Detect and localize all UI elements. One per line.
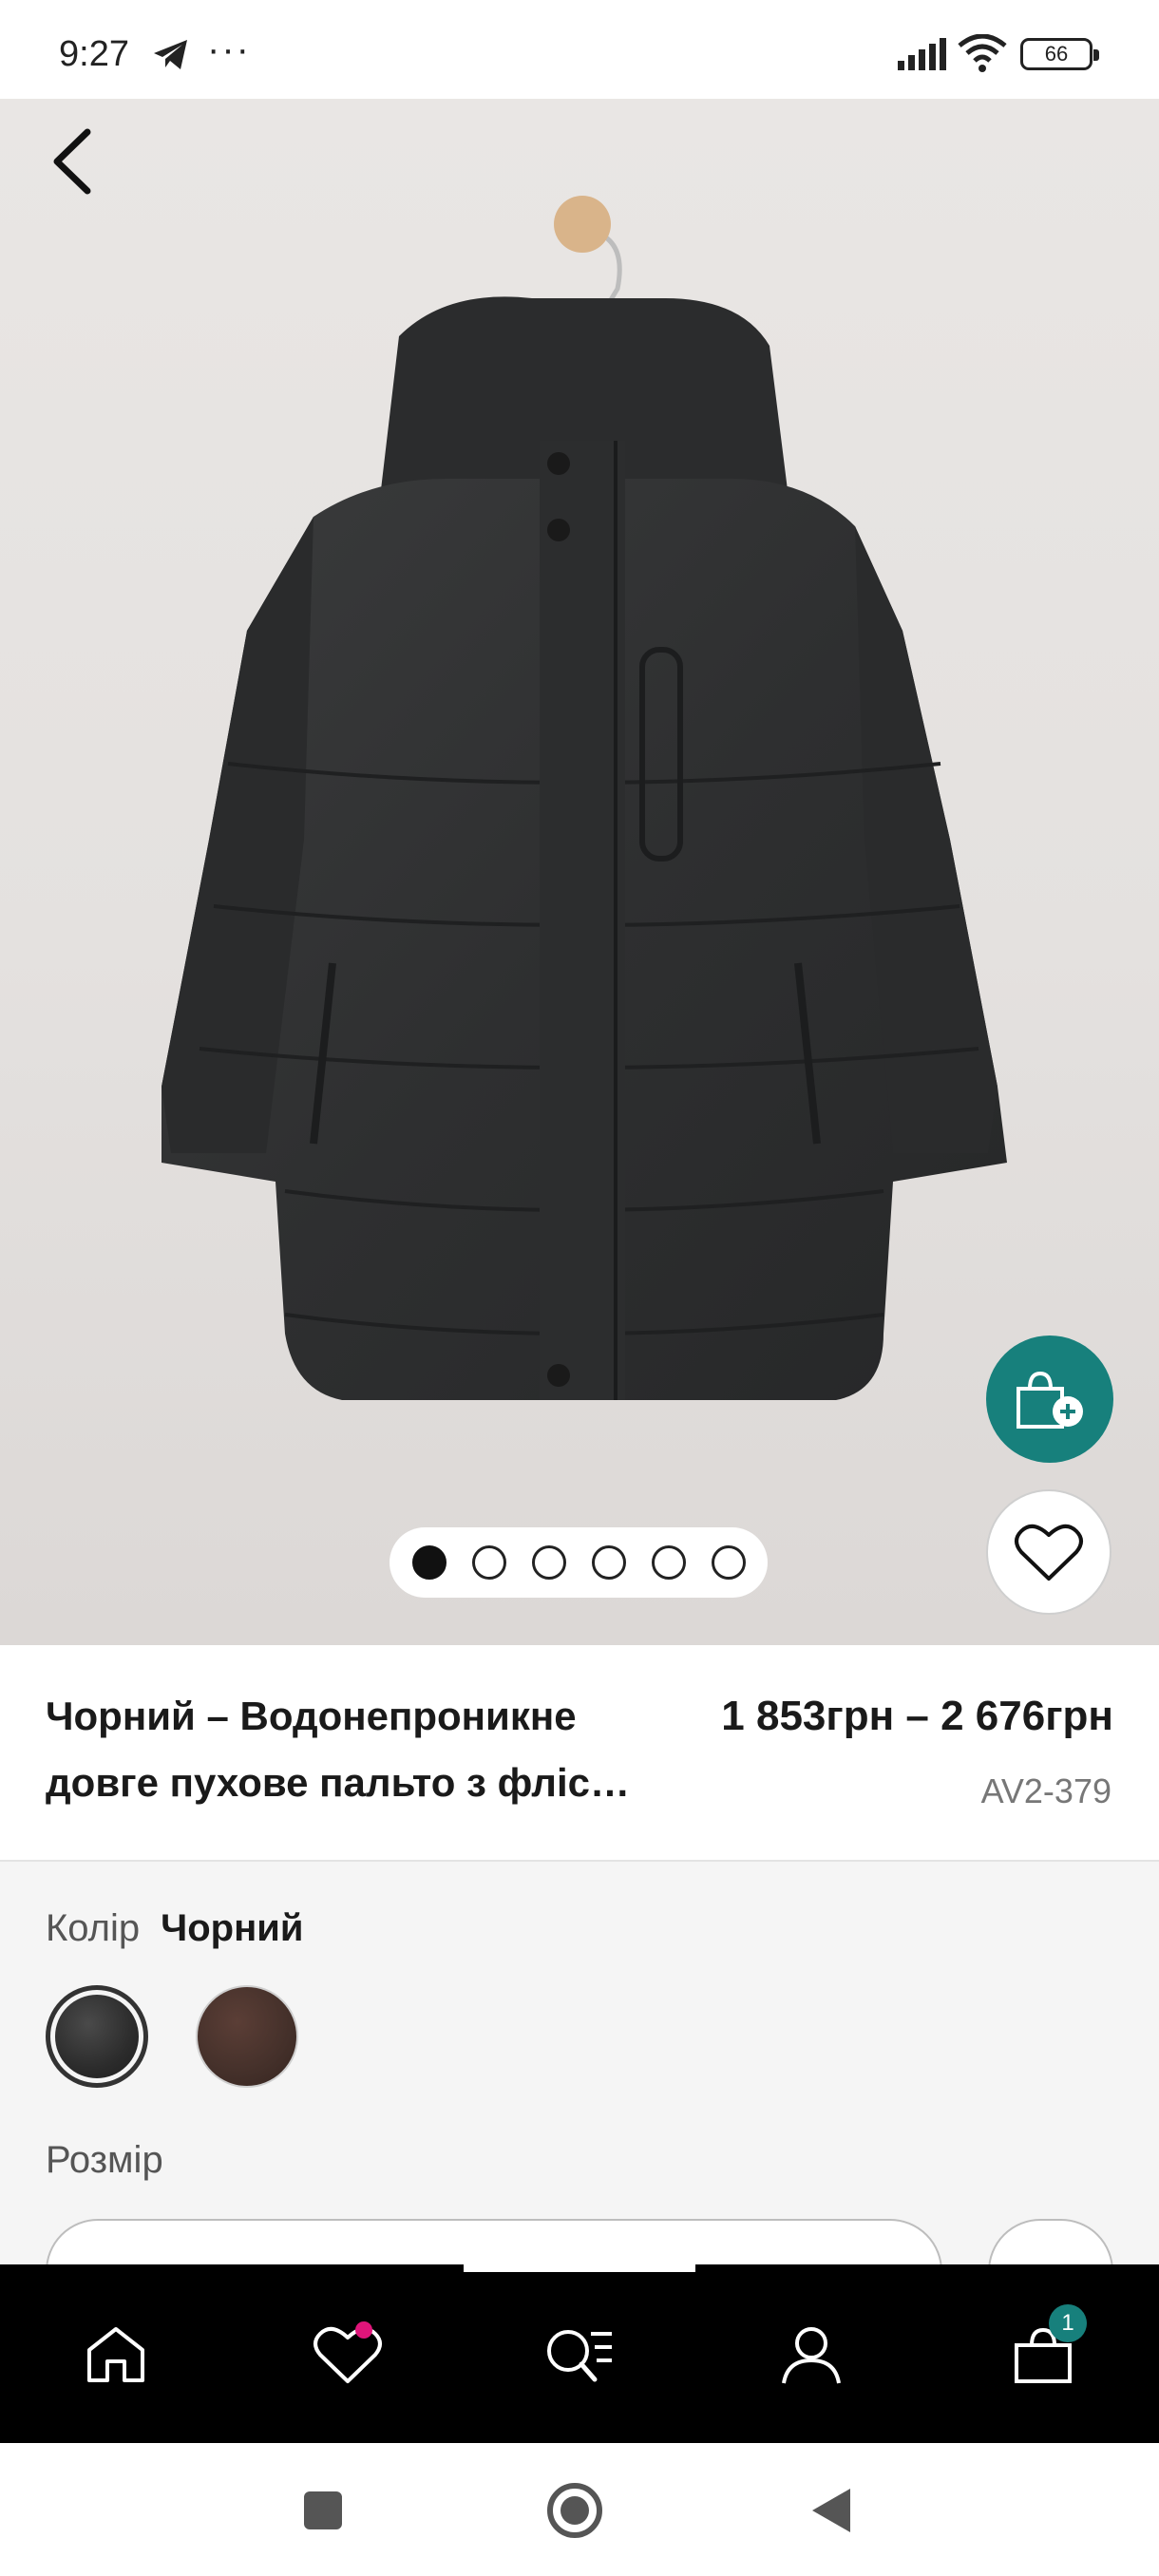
cart-count-badge: 1: [1049, 2304, 1087, 2342]
nav-search[interactable]: [522, 2302, 636, 2407]
selected-color: Чорний: [161, 1907, 304, 1949]
heart-icon: [314, 2326, 382, 2383]
image-pager: [390, 1527, 768, 1598]
pager-dot-3[interactable]: [531, 1545, 566, 1580]
product-photo: [162, 196, 1007, 1400]
user-icon: [782, 2327, 841, 2384]
circle-icon: [547, 2483, 602, 2538]
product-info: Чорний – Водонепроникне довге пухове пал…: [0, 1645, 1159, 1862]
square-icon: [304, 2491, 342, 2529]
home-system-button[interactable]: [542, 2477, 608, 2544]
color-label: Колір: [46, 1907, 141, 1949]
heart-icon: [1015, 1524, 1083, 1581]
system-navigation: [0, 2443, 1159, 2576]
add-to-wishlist-button[interactable]: [986, 1489, 1112, 1615]
triangle-back-icon: [812, 2489, 850, 2532]
nav-indicator: [464, 2264, 695, 2272]
product-image-gallery[interactable]: [0, 99, 1159, 1645]
more-notifications-icon: ···: [207, 28, 251, 70]
pager-dot-5[interactable]: [651, 1545, 686, 1580]
back-system-button[interactable]: [798, 2477, 864, 2544]
product-title-line1: Чорний – Водонепроникне: [46, 1694, 577, 1738]
product-title[interactable]: Чорний – Водонепроникне довге пухове пал…: [46, 1683, 654, 1816]
pager-dot-6[interactable]: [711, 1545, 746, 1580]
color-swatch-brown[interactable]: [196, 1985, 298, 2088]
product-price: 1 853грн – 2 676грн: [721, 1693, 1113, 1739]
signal-icon: [898, 38, 947, 75]
recent-apps-button[interactable]: [290, 2477, 356, 2544]
wifi-icon: [958, 33, 1007, 77]
battery-icon: 66: [1020, 38, 1099, 70]
add-to-bag-button[interactable]: [986, 1335, 1113, 1463]
status-bar: 9:27 ··· 66: [0, 0, 1159, 99]
color-swatch-black[interactable]: [46, 1985, 148, 2088]
product-sku: AV2-379: [980, 1771, 1112, 1810]
nav-account[interactable]: [754, 2302, 868, 2407]
bag-plus-icon: [1016, 1371, 1083, 1429]
home-icon: [87, 2327, 144, 2382]
status-time: 9:27: [59, 34, 129, 74]
back-button[interactable]: [34, 123, 110, 199]
nav-bag[interactable]: 1: [986, 2302, 1100, 2407]
pager-dot-1[interactable]: [411, 1545, 446, 1580]
product-title-line2: довге пухове пальто з фліс…: [46, 1760, 630, 1805]
size-label: Розмір: [46, 2139, 163, 2181]
color-selector-label: Колір Чорний: [46, 1907, 303, 1950]
pager-dot-4[interactable]: [591, 1545, 626, 1580]
product-options: Колір Чорний Розмір: [0, 1862, 1159, 2323]
chevron-left-icon: [53, 128, 91, 195]
search-list-icon: [547, 2330, 612, 2382]
bottom-navigation: 1: [0, 2264, 1159, 2443]
telegram-icon: [152, 38, 190, 77]
pager-dot-2[interactable]: [471, 1545, 506, 1580]
nav-home[interactable]: [59, 2302, 173, 2407]
wishlist-notification-dot: [355, 2321, 372, 2339]
nav-wishlist[interactable]: [291, 2302, 405, 2407]
